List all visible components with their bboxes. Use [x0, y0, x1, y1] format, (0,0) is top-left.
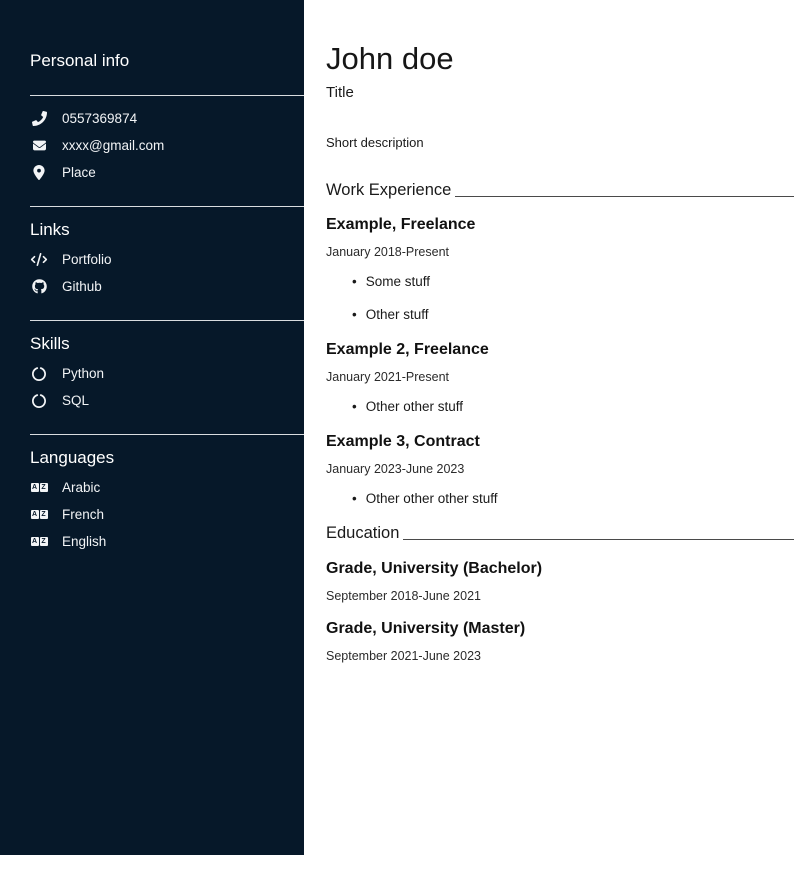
bullet-item: Other other stuff	[352, 399, 794, 414]
work-entry-bullets: Other other other stuff	[326, 491, 794, 506]
language-french-label: French	[62, 507, 104, 522]
location-pin-icon	[30, 165, 48, 180]
skill-sql-label: SQL	[62, 393, 89, 408]
language-arabic-row: AZ Arabic	[30, 474, 304, 501]
language-icon: AZ	[30, 510, 48, 519]
bullet-item: Some stuff	[352, 274, 794, 289]
code-icon	[30, 253, 48, 266]
work-entry: Example, Freelance January 2018-Present …	[326, 215, 794, 322]
envelope-icon	[30, 139, 48, 152]
bullet-item: Other stuff	[352, 307, 794, 322]
circle-notch-icon	[30, 367, 48, 381]
github-icon	[30, 279, 48, 294]
work-entry-dates: January 2021-Present	[326, 370, 794, 384]
language-english-label: English	[62, 534, 106, 549]
language-arabic-label: Arabic	[62, 480, 100, 495]
education-entry: Grade, University (Master) September 202…	[326, 619, 794, 663]
link-portfolio-label[interactable]: Portfolio	[62, 252, 112, 267]
work-entry: Example 2, Freelance January 2021-Presen…	[326, 340, 794, 414]
contact-email-row[interactable]: xxxx@gmail.com	[30, 132, 304, 159]
main-content: John doe Title Short description Work Ex…	[304, 0, 794, 869]
education-entry: Grade, University (Bachelor) September 2…	[326, 559, 794, 603]
education-entry-dates: September 2018-June 2021	[326, 589, 794, 603]
contact-email-value[interactable]: xxxx@gmail.com	[62, 138, 164, 153]
resume-page: Personal info 0557369874 xxxx@gmail.com …	[0, 0, 794, 869]
bullet-item: Other other other stuff	[352, 491, 794, 506]
skill-python-row: Python	[30, 360, 304, 387]
links-list: Portfolio Github	[30, 246, 304, 300]
language-french-row: AZ French	[30, 501, 304, 528]
work-experience-heading-label: Work Experience	[326, 181, 451, 200]
languages-list: AZ Arabic AZ French AZ English	[30, 474, 304, 555]
sidebar-heading-languages: Languages	[30, 447, 304, 468]
link-github[interactable]: Github	[30, 273, 304, 300]
sidebar-heading-personal-info: Personal info	[30, 50, 304, 71]
education-entry-dates: September 2021-June 2023	[326, 649, 794, 663]
sidebar: Personal info 0557369874 xxxx@gmail.com …	[0, 0, 304, 855]
section-rule	[455, 196, 794, 197]
language-icon: AZ	[30, 483, 48, 492]
phone-icon	[30, 111, 48, 126]
skills-list: Python SQL	[30, 360, 304, 414]
person-name: John doe	[326, 40, 794, 77]
skill-sql-row: SQL	[30, 387, 304, 414]
link-portfolio[interactable]: Portfolio	[30, 246, 304, 273]
skill-python-label: Python	[62, 366, 104, 381]
divider	[30, 320, 304, 321]
education-entry-title: Grade, University (Master)	[326, 619, 794, 639]
circle-notch-icon	[30, 394, 48, 408]
divider	[30, 95, 304, 96]
education-entry-title: Grade, University (Bachelor)	[326, 559, 794, 579]
work-entry-title: Example, Freelance	[326, 215, 794, 235]
contact-phone-row: 0557369874	[30, 105, 304, 132]
contact-phone-value: 0557369874	[62, 111, 137, 126]
person-title: Title	[326, 84, 794, 101]
work-entry-bullets: Other other stuff	[326, 399, 794, 414]
divider	[30, 206, 304, 207]
divider	[30, 434, 304, 435]
work-entry: Example 3, Contract January 2023-June 20…	[326, 432, 794, 506]
link-github-label[interactable]: Github	[62, 279, 102, 294]
contact-place-row: Place	[30, 159, 304, 186]
language-english-row: AZ English	[30, 528, 304, 555]
education-section-heading: Education	[326, 524, 794, 543]
language-icon: AZ	[30, 537, 48, 546]
work-entry-dates: January 2018-Present	[326, 245, 794, 259]
short-description: Short description	[326, 135, 794, 150]
contact-place-value: Place	[62, 165, 96, 180]
work-entry-dates: January 2023-June 2023	[326, 462, 794, 476]
education-heading-label: Education	[326, 524, 399, 543]
work-experience-section-heading: Work Experience	[326, 181, 794, 200]
sidebar-heading-links: Links	[30, 219, 304, 240]
work-entry-bullets: Some stuff Other stuff	[326, 274, 794, 322]
section-rule	[403, 539, 794, 540]
personal-info-list: 0557369874 xxxx@gmail.com Place	[30, 105, 304, 186]
sidebar-heading-skills: Skills	[30, 333, 304, 354]
work-entry-title: Example 2, Freelance	[326, 340, 794, 360]
work-entry-title: Example 3, Contract	[326, 432, 794, 452]
